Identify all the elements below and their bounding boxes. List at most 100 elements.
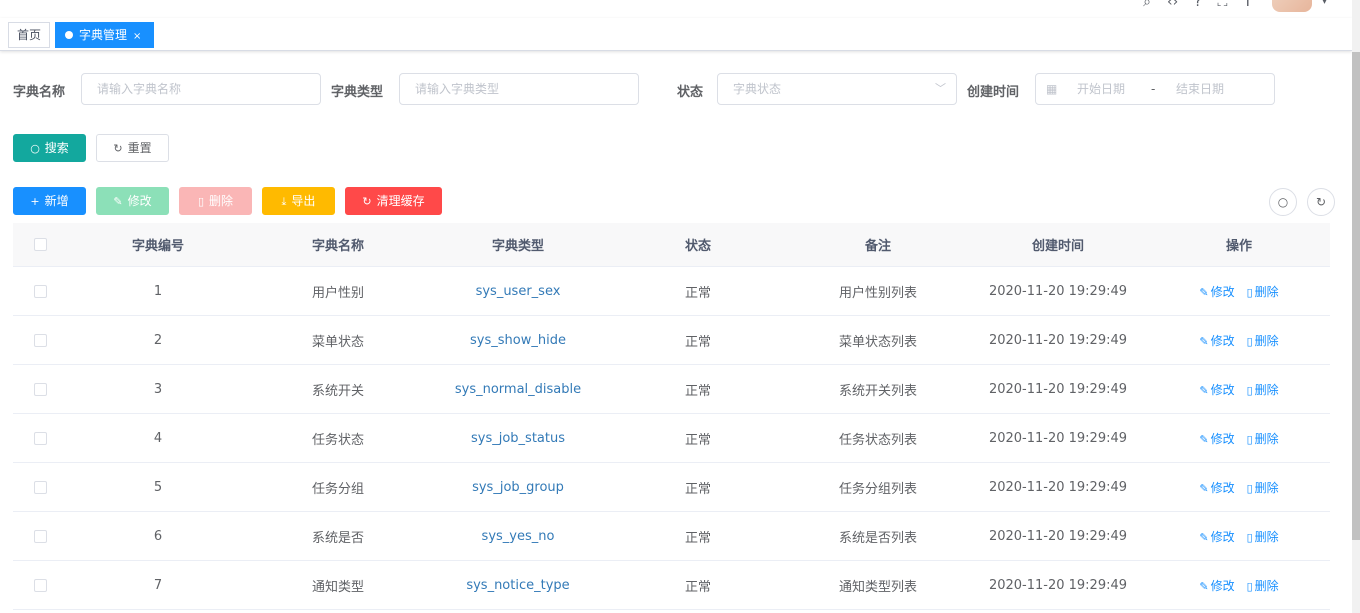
row-delete-button[interactable]: ▯ 删除 xyxy=(1247,479,1279,496)
toggle-search-button[interactable]: ○ xyxy=(1269,188,1297,216)
tag-active-label: 字典管理 xyxy=(79,28,128,42)
start-date-input[interactable]: 开始日期 xyxy=(1077,74,1125,104)
table-header: 字典编号 字典名称 字典类型 状态 备注 创建时间 操作 xyxy=(13,223,1330,267)
table-row[interactable]: 3 系统开关 sys_normal_disable 正常 系统开关列表 2020-11-2… xyxy=(13,365,1330,414)
row-delete-button[interactable]: ▯ 删除 xyxy=(1247,283,1279,300)
cell-dict-id: 7 xyxy=(153,577,163,593)
edit-icon: ✎ xyxy=(1199,579,1209,593)
row-delete-button[interactable]: ▯ 删除 xyxy=(1247,577,1279,594)
cell-dict-name: 系统开关 xyxy=(311,383,364,399)
dict-type-link[interactable]: sys_notice_type xyxy=(466,578,569,593)
row-delete-button[interactable]: ▯ 删除 xyxy=(1247,528,1279,545)
tags-view: 首页 字典管理 × xyxy=(0,18,1352,51)
dict-type-link[interactable]: sys_show_hide xyxy=(470,333,566,348)
cell-status: 正常 xyxy=(684,530,711,546)
delete-icon: ▯ xyxy=(197,195,205,208)
caret-down-icon[interactable]: ▾ xyxy=(1322,0,1327,7)
refresh-table-button[interactable]: ↻ xyxy=(1307,188,1335,216)
help-icon[interactable]: ? xyxy=(1194,0,1201,10)
scrollbar-thumb[interactable] xyxy=(1352,52,1360,540)
plus-icon: + xyxy=(30,195,40,208)
row-checkbox[interactable] xyxy=(34,431,47,445)
cell-remark: 菜单状态列表 xyxy=(838,334,917,350)
cell-remark: 系统是否列表 xyxy=(838,530,917,546)
clear-cache-button[interactable]: ↻ 清理缓存 xyxy=(345,187,442,215)
reset-button[interactable]: ↻ 重置 xyxy=(96,134,169,162)
table-row[interactable]: 5 任务分组 sys_job_group 正常 任务分组列表 2020-11-20 19:… xyxy=(13,463,1330,512)
export-button[interactable]: ⤓ 导出 xyxy=(262,187,335,215)
select-all-checkbox[interactable] xyxy=(34,238,47,251)
edit-icon: ✎ xyxy=(113,195,123,208)
row-delete-button[interactable]: ▯ 删除 xyxy=(1247,430,1279,447)
cell-remark: 系统开关列表 xyxy=(838,383,917,399)
row-checkbox[interactable] xyxy=(34,382,47,396)
row-delete-button[interactable]: ▯ 删除 xyxy=(1247,381,1279,398)
cell-dict-name: 任务状态 xyxy=(311,432,364,448)
delete-button[interactable]: ▯ 删除 xyxy=(179,187,252,215)
dict-type-input[interactable]: 请输入字典类型 xyxy=(399,73,639,105)
avatar[interactable] xyxy=(1272,0,1312,12)
size-select-icon[interactable]: T xyxy=(1243,0,1252,10)
table-body: 1 用户性别 sys_user_sex 正常 用户性别列表 2020-11-20 19:2… xyxy=(13,267,1330,610)
table-row[interactable]: 6 系统是否 sys_yes_no 正常 系统是否列表 2020-11-20 19:29:… xyxy=(13,512,1330,561)
row-edit-button[interactable]: ✎ 修改 xyxy=(1199,528,1234,545)
tag-home-label: 首页 xyxy=(17,28,42,42)
delete-icon: ▯ xyxy=(1246,432,1253,446)
cell-status: 正常 xyxy=(684,285,711,301)
end-date-input[interactable]: 结束日期 xyxy=(1176,74,1224,104)
search-icon: ○ xyxy=(30,142,40,155)
source-code-icon[interactable]: ‹› xyxy=(1167,0,1178,10)
date-range-picker[interactable]: ▦ 开始日期 - 结束日期 xyxy=(1035,73,1275,105)
tag-home[interactable]: 首页 xyxy=(8,22,50,48)
table-row[interactable]: 7 通知类型 sys_notice_type 正常 通知类型列表 2020-11-20 1… xyxy=(13,561,1330,610)
cell-remark: 通知类型列表 xyxy=(838,579,917,595)
cell-remark: 任务分组列表 xyxy=(838,481,917,497)
row-checkbox[interactable] xyxy=(34,480,47,494)
row-edit-button[interactable]: ✎ 修改 xyxy=(1199,332,1234,349)
row-checkbox[interactable] xyxy=(34,578,47,592)
cell-dict-id: 1 xyxy=(153,283,163,299)
calendar-icon: ▦ xyxy=(1046,82,1058,96)
edit-icon: ✎ xyxy=(1199,530,1209,544)
search-button[interactable]: ○ 搜索 xyxy=(13,134,86,162)
table-row[interactable]: 2 菜单状态 sys_show_hide 正常 菜单状态列表 2020-11-20 19:… xyxy=(13,316,1330,365)
close-icon[interactable]: × xyxy=(133,31,141,42)
edit-button[interactable]: ✎ 修改 xyxy=(96,187,169,215)
table-row[interactable]: 1 用户性别 sys_user_sex 正常 用户性别列表 2020-11-20 19:2… xyxy=(13,267,1330,316)
edit-icon: ✎ xyxy=(1199,285,1209,299)
row-checkbox[interactable] xyxy=(34,333,47,347)
row-checkbox[interactable] xyxy=(34,284,47,298)
cell-status: 正常 xyxy=(684,481,711,497)
dict-type-link[interactable]: sys_job_group xyxy=(472,480,564,495)
cell-dict-id: 2 xyxy=(153,332,163,348)
cell-status: 正常 xyxy=(684,432,711,448)
dict-type-link[interactable]: sys_normal_disable xyxy=(455,382,581,397)
dict-name-input[interactable]: 请输入字典名称 xyxy=(81,73,321,105)
row-delete-button[interactable]: ▯ 删除 xyxy=(1247,332,1279,349)
cell-created-time: 2020-11-20 19:29:49 xyxy=(988,332,1128,348)
dict-type-label: 字典类型 xyxy=(331,85,384,100)
edit-icon: ✎ xyxy=(1199,432,1209,446)
dict-type-link[interactable]: sys_yes_no xyxy=(482,529,555,544)
row-edit-button[interactable]: ✎ 修改 xyxy=(1199,381,1234,398)
edit-icon: ✎ xyxy=(1199,481,1209,495)
status-select[interactable]: 字典状态 ﹀ xyxy=(717,73,957,105)
refresh-icon: ↻ xyxy=(113,142,123,155)
header-dict-id: 字典编号 xyxy=(131,239,184,254)
table-row[interactable]: 4 任务状态 sys_job_status 正常 任务状态列表 2020-11-20 19… xyxy=(13,414,1330,463)
row-checkbox[interactable] xyxy=(34,529,47,543)
search-icon[interactable]: ⌕ xyxy=(1143,0,1151,10)
header-remark: 备注 xyxy=(864,239,891,254)
chevron-down-icon: ﹀ xyxy=(935,82,946,95)
fullscreen-icon[interactable]: ⛶ xyxy=(1218,0,1228,10)
tag-dict-management[interactable]: 字典管理 × xyxy=(55,22,154,48)
edit-icon: ✎ xyxy=(1199,383,1209,397)
row-edit-button[interactable]: ✎ 修改 xyxy=(1199,479,1234,496)
row-edit-button[interactable]: ✎ 修改 xyxy=(1199,283,1234,300)
add-button[interactable]: + 新增 xyxy=(13,187,86,215)
cell-dict-name: 用户性别 xyxy=(311,285,364,301)
dict-type-link[interactable]: sys_job_status xyxy=(471,431,565,446)
row-edit-button[interactable]: ✎ 修改 xyxy=(1199,430,1234,447)
dict-type-link[interactable]: sys_user_sex xyxy=(476,284,561,299)
row-edit-button[interactable]: ✎ 修改 xyxy=(1199,577,1234,594)
